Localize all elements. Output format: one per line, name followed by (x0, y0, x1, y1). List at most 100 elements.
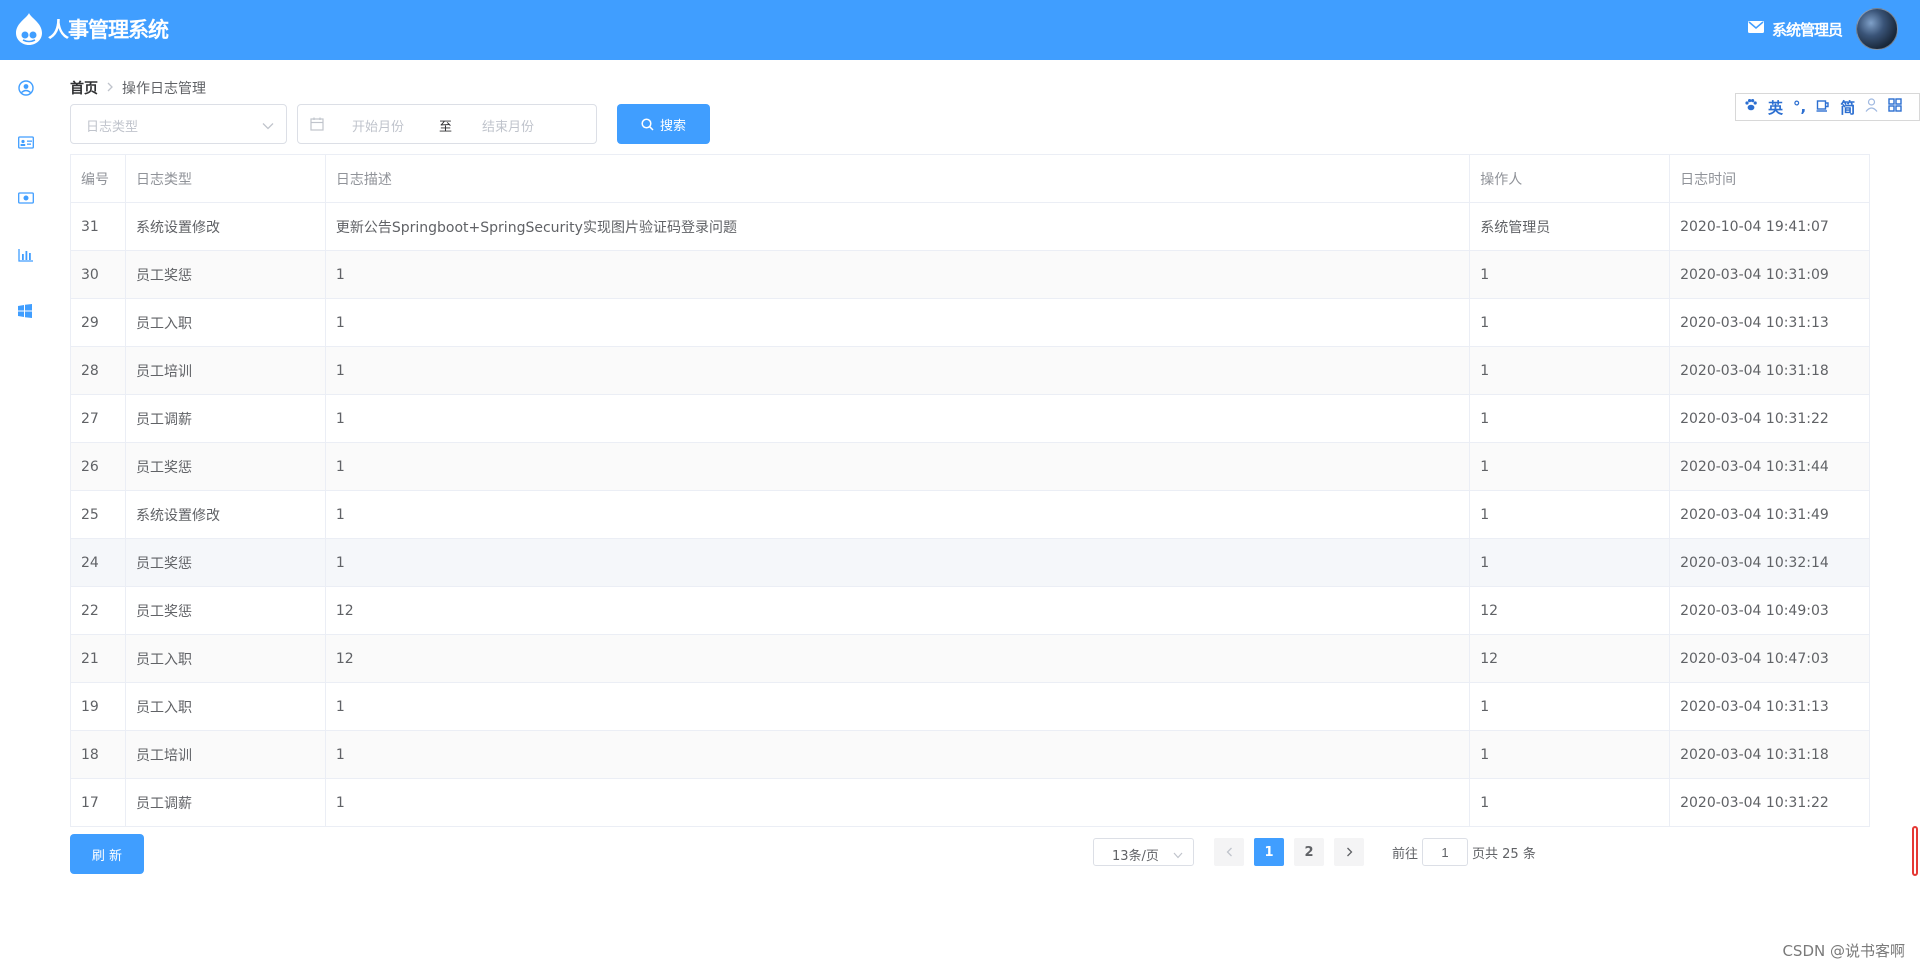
id-card-icon[interactable] (18, 136, 36, 154)
table-cell: 21 (71, 635, 126, 683)
table-cell: 12 (325, 635, 1471, 683)
goto-page-input[interactable] (1422, 838, 1469, 866)
log-type-select[interactable]: 日志类型 (70, 104, 287, 144)
user-circle-icon[interactable] (18, 80, 36, 98)
table-cell: 1 (325, 395, 1471, 443)
table-cell: 1 (1470, 491, 1671, 539)
sidebar (0, 60, 55, 969)
watermark: CSDN @说书客啊 (1782, 942, 1905, 960)
user-menu[interactable]: 系统管理员 (1747, 8, 1898, 50)
paw-icon[interactable] (1744, 98, 1758, 116)
column-header: 日志类型 (125, 155, 326, 203)
month-range-picker[interactable]: 开始月份 至 结束月份 (297, 104, 597, 144)
money-icon[interactable] (18, 192, 36, 210)
goto-page: 前往 页 共 25 条 (1392, 838, 1536, 866)
table-cell: 1 (1470, 731, 1671, 779)
top-header: 人事管理系统 系统管理员 (0, 0, 1920, 60)
table-cell: 2020-10-04 19:41:07 (1670, 203, 1870, 251)
search-button[interactable]: 搜索 (617, 104, 710, 144)
column-header: 操作人 (1470, 155, 1671, 203)
table-cell: 2020-03-04 10:47:03 (1670, 635, 1870, 683)
table-cell: 2020-03-04 10:31:09 (1670, 251, 1870, 299)
person-icon[interactable] (1865, 98, 1878, 116)
grid-icon[interactable] (1888, 98, 1902, 116)
table-cell: 1 (325, 443, 1471, 491)
table-cell: 1 (325, 539, 1471, 587)
end-month-input[interactable]: 结束月份 (482, 116, 534, 135)
table-cell: 2020-03-04 10:32:14 (1670, 539, 1870, 587)
table-row[interactable]: 29 员工入职 1 1 2020-03-04 10:31:13 (71, 299, 1870, 347)
bar-chart-icon[interactable] (18, 248, 36, 266)
breadcrumb-current: 操作日志管理 (122, 81, 206, 97)
ime-simp-toggle[interactable]: 简 (1840, 97, 1855, 118)
table-body: 31 系统设置修改 更新公告Springboot+SpringSecurity实现图… (71, 203, 1870, 827)
table-cell: 系统设置修改 (125, 491, 326, 539)
ime-punct-toggle[interactable]: °, (1793, 98, 1806, 116)
next-page-button[interactable] (1334, 838, 1364, 866)
table-cell: 25 (71, 491, 126, 539)
scrollbar-thumb[interactable] (1912, 826, 1918, 876)
table-header: 编号 日志类型 日志描述 操作人 日志时间 (71, 155, 1870, 203)
table-cell: 系统管理员 (1470, 203, 1671, 251)
table-cell: 31 (71, 203, 126, 251)
table-cell: 2020-03-04 10:31:13 (1670, 299, 1870, 347)
table-row[interactable]: 27 员工调薪 1 1 2020-03-04 10:31:22 (71, 395, 1870, 443)
page-size-select[interactable]: 13条/页 (1093, 838, 1194, 866)
table-cell: 1 (325, 347, 1471, 395)
table-cell: 1 (1470, 779, 1671, 827)
page-button-2[interactable]: 2 (1294, 838, 1324, 866)
goto-suffix: 页 (1472, 846, 1486, 862)
table-row[interactable]: 28 员工培训 1 1 2020-03-04 10:31:18 (71, 347, 1870, 395)
table-cell: 2020-03-04 10:49:03 (1670, 587, 1870, 635)
breadcrumb-home[interactable]: 首页 (70, 78, 98, 98)
table-cell: 1 (1470, 539, 1671, 587)
search-button-label: 搜索 (659, 118, 686, 134)
table-cell: 28 (71, 347, 126, 395)
pagination: 13条/页 1 2 前往 页 共 25 条 (1093, 838, 1536, 866)
table-cell: 员工调薪 (125, 779, 326, 827)
table-row[interactable]: 17 员工调薪 1 1 2020-03-04 10:31:22 (71, 779, 1870, 827)
table-row[interactable]: 25 系统设置修改 1 1 2020-03-04 10:31:49 (71, 491, 1870, 539)
avatar[interactable] (1856, 8, 1898, 50)
chevron-down-icon (262, 118, 274, 134)
chevron-right-icon (106, 81, 114, 95)
column-header: 编号 (71, 155, 126, 203)
total-count: 共 25 条 (1485, 846, 1536, 862)
table-row[interactable]: 26 员工奖惩 1 1 2020-03-04 10:31:44 (71, 443, 1870, 491)
table-row[interactable]: 19 员工入职 1 1 2020-03-04 10:31:13 (71, 683, 1870, 731)
chevron-down-icon (1173, 848, 1183, 863)
table-cell: 2020-03-04 10:31:13 (1670, 683, 1870, 731)
page-button-1[interactable]: 1 (1254, 838, 1284, 866)
breadcrumb: 首页 操作日志管理 (70, 78, 206, 98)
ime-lang-toggle[interactable]: 英 (1768, 97, 1783, 118)
table-row[interactable]: 24 员工奖惩 1 1 2020-03-04 10:32:14 (71, 539, 1870, 587)
column-header: 日志时间 (1670, 155, 1870, 203)
chevron-right-icon (1346, 847, 1352, 857)
table-cell: 17 (71, 779, 126, 827)
table-cell: 1 (325, 491, 1471, 539)
table-cell: 2020-03-04 10:31:22 (1670, 779, 1870, 827)
table-row[interactable]: 18 员工培训 1 1 2020-03-04 10:31:18 (71, 731, 1870, 779)
ime-toolbar: 英 °, 简 (1735, 93, 1920, 121)
app-logo[interactable]: 人事管理系统 (14, 12, 169, 46)
table-cell: 1 (325, 731, 1471, 779)
windows-icon[interactable] (18, 304, 36, 322)
table-row[interactable]: 21 员工入职 12 12 2020-03-04 10:47:03 (71, 635, 1870, 683)
table-cell: 更新公告Springboot+SpringSecurity实现图片验证码登录问题 (325, 203, 1471, 251)
cup-icon[interactable] (1816, 98, 1830, 116)
user-name[interactable]: 系统管理员 (1772, 19, 1843, 40)
table-row[interactable]: 22 员工奖惩 12 12 2020-03-04 10:49:03 (71, 587, 1870, 635)
refresh-button[interactable]: 刷 新 (70, 834, 144, 874)
start-month-input[interactable]: 开始月份 (352, 116, 404, 135)
table-cell: 12 (325, 587, 1471, 635)
table-cell: 2020-03-04 10:31:44 (1670, 443, 1870, 491)
table-row[interactable]: 31 系统设置修改 更新公告Springboot+SpringSecurity实现图… (71, 203, 1870, 251)
calendar-icon (310, 117, 324, 135)
mail-icon[interactable] (1747, 21, 1764, 37)
prev-page-button[interactable] (1214, 838, 1244, 866)
table-row[interactable]: 30 员工奖惩 1 1 2020-03-04 10:31:09 (71, 251, 1870, 299)
table-cell: 1 (1470, 251, 1671, 299)
table-cell: 1 (1470, 395, 1671, 443)
table-cell: 1 (1470, 299, 1671, 347)
column-header: 日志描述 (325, 155, 1471, 203)
